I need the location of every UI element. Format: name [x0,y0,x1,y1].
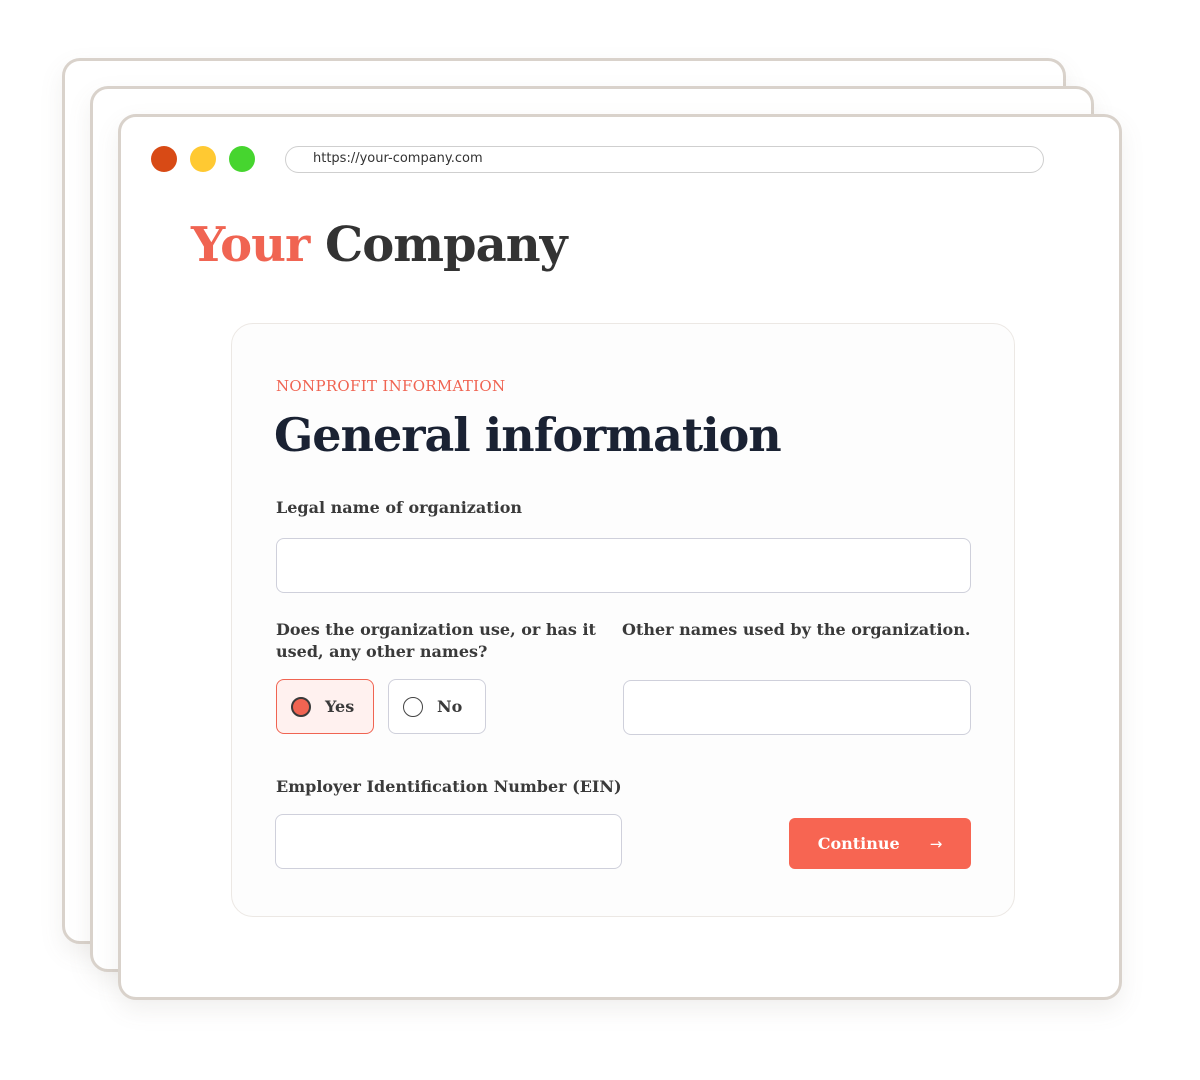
legal-name-label: Legal name of organization [276,498,523,517]
address-bar[interactable]: https://your-company.com [285,146,1044,173]
radio-option-yes[interactable]: Yes [276,679,374,734]
window-minimize-dot[interactable] [190,146,216,172]
radio-selected-indicator [291,696,311,717]
logo-accent-word: Your [191,217,310,273]
radio-option-label: Yes [325,697,355,716]
radio-unselected-indicator [403,696,423,717]
ein-input[interactable] [275,814,622,869]
window-close-dot[interactable] [151,146,177,172]
form-card: NONPROFIT INFORMATION General informatio… [231,323,1015,917]
address-bar-url: https://your-company.com [313,151,483,166]
other-names-label: Other names used by the organization. [622,620,971,639]
other-names-question-label: Does the organization use, or has it use… [276,620,596,661]
legal-name-input[interactable] [276,538,971,593]
other-names-input[interactable] [623,680,971,735]
arrow-right-icon: → [929,834,943,853]
radio-option-no[interactable]: No [388,679,486,734]
section-eyebrow: NONPROFIT INFORMATION [276,377,506,395]
continue-button[interactable]: Continue → [789,818,971,869]
logo-main-word: Company [325,217,567,273]
company-logo: Your Company [191,217,567,273]
ein-label: Employer Identification Number (EIN) [276,777,622,796]
browser-window: https://your-company.com Your Company NO… [118,114,1122,1000]
page-title: General information [274,408,782,462]
continue-button-label: Continue [817,834,900,853]
window-maximize-dot[interactable] [229,146,255,172]
radio-option-label: No [437,697,463,716]
